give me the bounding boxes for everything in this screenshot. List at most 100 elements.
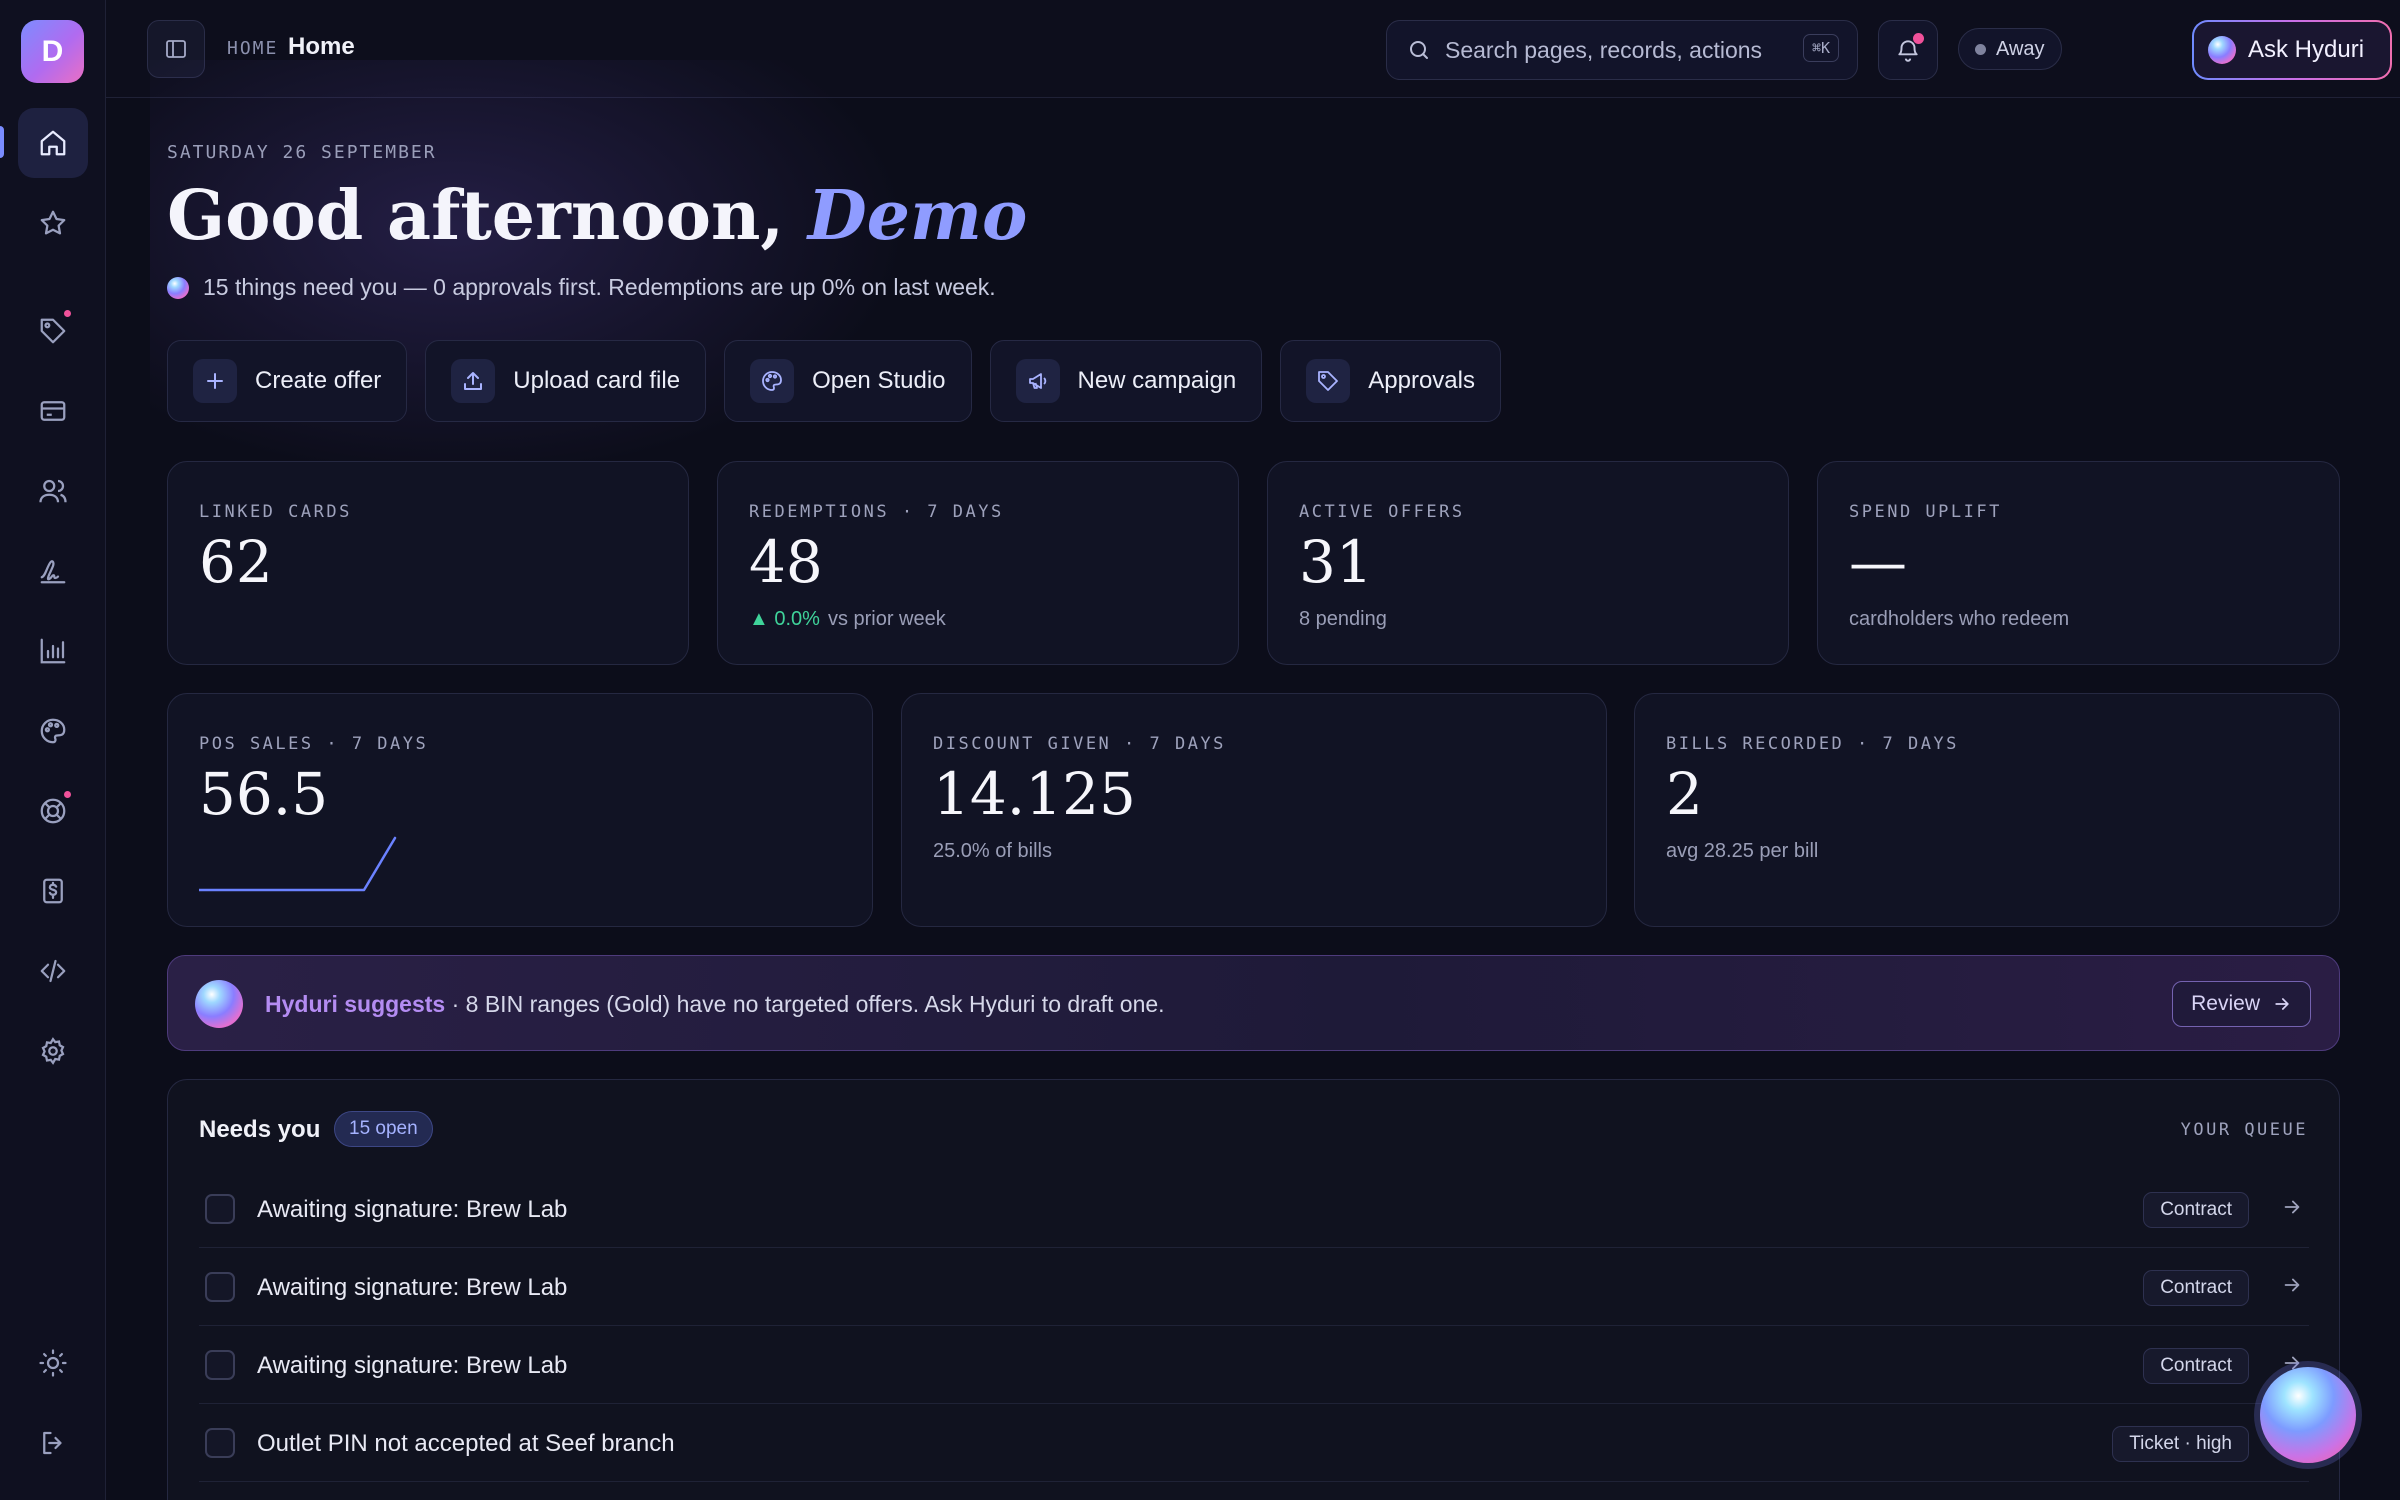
new-campaign-label: New campaign <box>1077 367 1237 394</box>
kpi-value: 14.125 <box>933 760 1136 828</box>
status-dot <box>1975 43 1986 55</box>
search-shortcut: ⌘K <box>1802 34 1839 62</box>
kpi-linked-cards[interactable]: LINKED CARDS 62 <box>167 461 689 665</box>
sidebar-item-developers[interactable] <box>18 936 88 1006</box>
row-checkbox[interactable] <box>205 1428 235 1458</box>
suggestion-title: Hyduri suggests <box>265 991 446 1017</box>
row-checkbox[interactable] <box>205 1194 235 1224</box>
kpi-label: REDEMPTIONS · 7 DAYS <box>749 502 1004 522</box>
sparkline-path <box>199 836 397 892</box>
hyduri-orb-icon <box>195 980 243 1028</box>
kpi-label: BILLS RECORDED · 7 DAYS <box>1666 734 1959 754</box>
approvals-button[interactable]: Approvals <box>1280 340 1501 422</box>
current-date: SATURDAY 26 SEPTEMBER <box>167 142 437 163</box>
upload-icon <box>451 359 496 403</box>
upload-card-file-button[interactable]: Upload card file <box>425 340 707 422</box>
sidebar-toggle-button[interactable] <box>147 20 205 78</box>
row-tag: Contract <box>2143 1270 2249 1306</box>
hyduri-orb-icon <box>2208 36 2236 64</box>
kpi-value: — <box>1849 528 1907 596</box>
kpi-value: 62 <box>199 528 273 596</box>
row-checkbox[interactable] <box>205 1350 235 1380</box>
tag-icon <box>40 318 66 344</box>
row-tag: Contract <box>2143 1348 2249 1384</box>
queue-row[interactable]: Outlet PIN not accepted at Seef branch T… <box>199 1404 2309 1482</box>
sidebar-item-contracts[interactable] <box>18 536 88 606</box>
top-bar: HOME Home ⌘K Away Ask Hyduri DB <box>106 0 2400 98</box>
your-queue-label: YOUR QUEUE <box>2180 1120 2308 1140</box>
queue-row[interactable]: Awaiting signature: Brew Lab Contract <box>199 1170 2309 1248</box>
review-button[interactable]: Review <box>2172 981 2311 1027</box>
sidebar-item-cards[interactable] <box>18 376 88 446</box>
kpi-active-offers[interactable]: ACTIVE OFFERS 31 8 pending <box>1267 461 1789 665</box>
queue-row[interactable]: Awaiting signature: Brew Lab Contract <box>199 1248 2309 1326</box>
suggestion-text: Hyduri suggests · 8 BIN ranges (Gold) ha… <box>265 991 1165 1018</box>
open-studio-button[interactable]: Open Studio <box>724 340 972 422</box>
sidebar-item-customers[interactable] <box>18 456 88 526</box>
hyduri-orb-icon <box>2260 1367 2356 1463</box>
queue-row[interactable]: Awaiting signature: Brew Lab Contract <box>199 1326 2309 1404</box>
arrow-right-icon[interactable] <box>2281 1274 2303 1296</box>
star-icon <box>40 210 66 235</box>
create-offer-button[interactable]: Create offer <box>167 340 408 422</box>
page-title: Home <box>288 33 355 60</box>
app-logo[interactable]: D <box>21 20 84 83</box>
queue-title: Needs you <box>199 1116 321 1143</box>
open-count-badge: 15 open <box>334 1111 433 1147</box>
megaphone-icon <box>1015 359 1060 403</box>
palette-icon <box>750 359 795 403</box>
logout-button[interactable] <box>18 1408 88 1478</box>
search-input[interactable] <box>1445 36 1785 64</box>
presence-status[interactable]: Away <box>1958 28 2062 70</box>
lifebuoy-icon <box>40 798 66 824</box>
needs-you-panel: Needs you 15 open YOUR QUEUE Awaiting si… <box>167 1079 2340 1500</box>
kpi-bills-recorded[interactable]: BILLS RECORDED · 7 DAYS 2 avg 28.25 per … <box>1634 693 2340 927</box>
search-box[interactable]: ⌘K <box>1386 20 1858 80</box>
sidebar-item-studio[interactable] <box>18 696 88 766</box>
kpi-value: 56.5 <box>199 760 329 828</box>
kpi-label: ACTIVE OFFERS <box>1299 502 1465 522</box>
kpi-delta-line: ▲ 0.0% vs prior week <box>749 608 946 631</box>
kpi-label: DISCOUNT GIVEN · 7 DAYS <box>933 734 1226 754</box>
kpi-discount-given[interactable]: DISCOUNT GIVEN · 7 DAYS 14.125 25.0% of … <box>901 693 1607 927</box>
kpi-label: POS SALES · 7 DAYS <box>199 734 429 754</box>
row-checkbox[interactable] <box>205 1272 235 1302</box>
gear-icon <box>41 1037 65 1065</box>
sidebar-item-analytics[interactable] <box>18 616 88 686</box>
ask-hyduri-label: Ask Hyduri <box>2248 36 2365 63</box>
pos-sales-sparkline <box>199 836 397 892</box>
sidebar: D <box>0 0 106 1500</box>
sidebar-item-settings[interactable] <box>18 1016 88 1086</box>
create-offer-label: Create offer <box>255 367 382 394</box>
row-title: Awaiting signature: Brew Lab <box>257 1274 568 1301</box>
new-campaign-button[interactable]: New campaign <box>989 340 1263 422</box>
notifications-button[interactable] <box>1878 20 1938 80</box>
status-label: Away <box>1996 37 2045 60</box>
signature-icon <box>40 560 66 584</box>
active-indicator <box>0 126 4 158</box>
quick-actions: Create offer Upload card file Open Studi… <box>167 340 1501 422</box>
theme-toggle[interactable] <box>18 1328 88 1398</box>
row-title: Awaiting signature: Brew Lab <box>257 1352 568 1379</box>
open-studio-label: Open Studio <box>812 367 946 394</box>
hyduri-suggestion-banner: Hyduri suggests · 8 BIN ranges (Gold) ha… <box>167 955 2340 1051</box>
sidebar-item-billing[interactable] <box>18 856 88 926</box>
kpi-delta: ▲ 0.0% <box>749 608 820 630</box>
sidebar-item-home[interactable] <box>18 108 88 178</box>
sidebar-item-favorites[interactable] <box>18 188 88 258</box>
hyduri-assistant-fab[interactable] <box>2254 1361 2362 1469</box>
kpi-label: LINKED CARDS <box>199 502 352 522</box>
arrow-right-icon[interactable] <box>2281 1196 2303 1218</box>
notification-dot <box>1913 33 1924 44</box>
breadcrumb-root[interactable]: HOME <box>227 38 278 59</box>
sidebar-item-offers[interactable] <box>18 296 88 366</box>
kpi-spend-uplift[interactable]: SPEND UPLIFT — cardholders who redeem <box>1817 461 2340 665</box>
kpi-redemptions[interactable]: REDEMPTIONS · 7 DAYS 48 ▲ 0.0% vs prior w… <box>717 461 1239 665</box>
sidebar-item-support[interactable] <box>18 776 88 846</box>
kpi-pos-sales[interactable]: POS SALES · 7 DAYS 56.5 <box>167 693 873 927</box>
summary-text: 15 things need you — 0 approvals first. … <box>203 274 996 300</box>
kpi-sub: avg 28.25 per bill <box>1666 840 1819 862</box>
ask-hyduri-button[interactable]: Ask Hyduri <box>2192 20 2392 80</box>
credit-card-icon <box>40 401 66 421</box>
kpi-value: 2 <box>1666 760 1703 828</box>
